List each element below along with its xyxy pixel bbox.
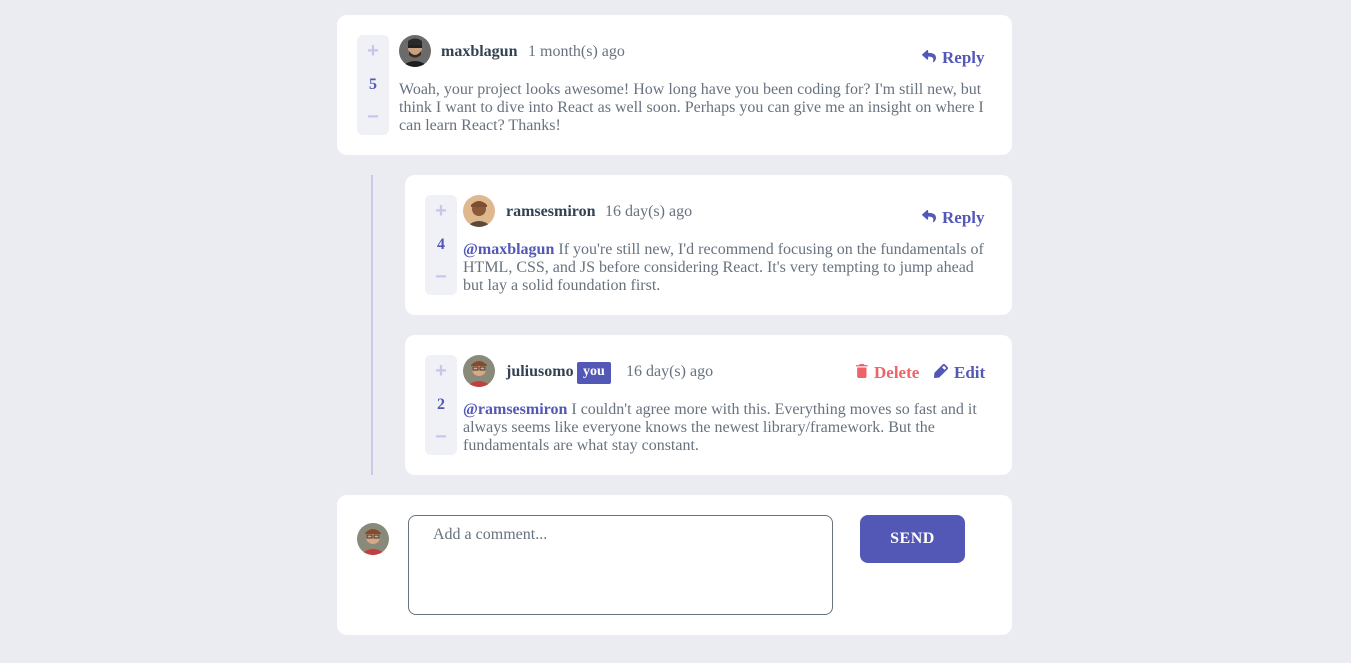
upvote-button[interactable]: + <box>425 361 457 383</box>
reply-card-own: + 2 − juliusomo you 16 day(s) ago Delete… <box>405 335 1012 475</box>
upvote-button[interactable]: + <box>425 201 457 223</box>
score: 4 <box>437 236 445 253</box>
timestamp: 16 day(s) ago <box>626 363 714 380</box>
current-user-avatar <box>357 523 389 555</box>
reply-button[interactable]: Reply <box>922 48 985 68</box>
edit-label: Edit <box>954 363 986 382</box>
score: 2 <box>437 396 445 413</box>
vote-control: + 2 − <box>425 355 457 455</box>
downvote-button[interactable]: − <box>357 107 389 129</box>
reply-arrow-icon <box>922 208 936 228</box>
username[interactable]: ramsesmiron <box>506 203 595 221</box>
pencil-icon <box>934 363 948 383</box>
scrollbar[interactable] <box>1336 0 1351 663</box>
send-button[interactable]: SEND <box>860 515 965 563</box>
comment-card: + 5 − maxblagun 1 month(s) ago Reply Woa… <box>337 15 1012 155</box>
reply-card: + 4 − ramsesmiron 16 day(s) ago Reply @m… <box>405 175 1012 315</box>
vote-control: + 5 − <box>357 35 389 135</box>
reply-arrow-icon <box>922 48 936 68</box>
avatar <box>399 35 431 67</box>
reply-button[interactable]: Reply <box>922 208 985 228</box>
mention[interactable]: @ramsesmiron <box>463 401 567 418</box>
reply-label: Reply <box>942 208 985 227</box>
timestamp: 1 month(s) ago <box>528 43 625 60</box>
thread-divider <box>371 175 373 475</box>
username[interactable]: juliusomo <box>506 363 574 381</box>
reply-label: Reply <box>942 48 985 67</box>
you-badge: you <box>577 362 611 384</box>
timestamp: 16 day(s) ago <box>605 203 693 220</box>
mention[interactable]: @maxblagun <box>463 241 554 258</box>
avatar <box>463 195 495 227</box>
comment-body: @maxblagun If you're still new, I'd reco… <box>463 241 993 295</box>
delete-label: Delete <box>874 363 920 382</box>
comment-body: @ramsesmiron I couldn't agree more with … <box>463 401 993 455</box>
downvote-button[interactable]: − <box>425 427 457 449</box>
score: 5 <box>369 76 377 93</box>
comment-body: Woah, your project looks awesome! How lo… <box>399 81 984 134</box>
comment-input[interactable] <box>408 515 833 615</box>
delete-button[interactable]: Delete <box>856 363 919 383</box>
avatar <box>463 355 495 387</box>
trash-icon <box>856 363 868 383</box>
downvote-button[interactable]: − <box>425 267 457 289</box>
edit-button[interactable]: Edit <box>934 363 985 383</box>
vote-control: + 4 − <box>425 195 457 295</box>
username[interactable]: maxblagun <box>441 43 517 61</box>
upvote-button[interactable]: + <box>357 41 389 63</box>
